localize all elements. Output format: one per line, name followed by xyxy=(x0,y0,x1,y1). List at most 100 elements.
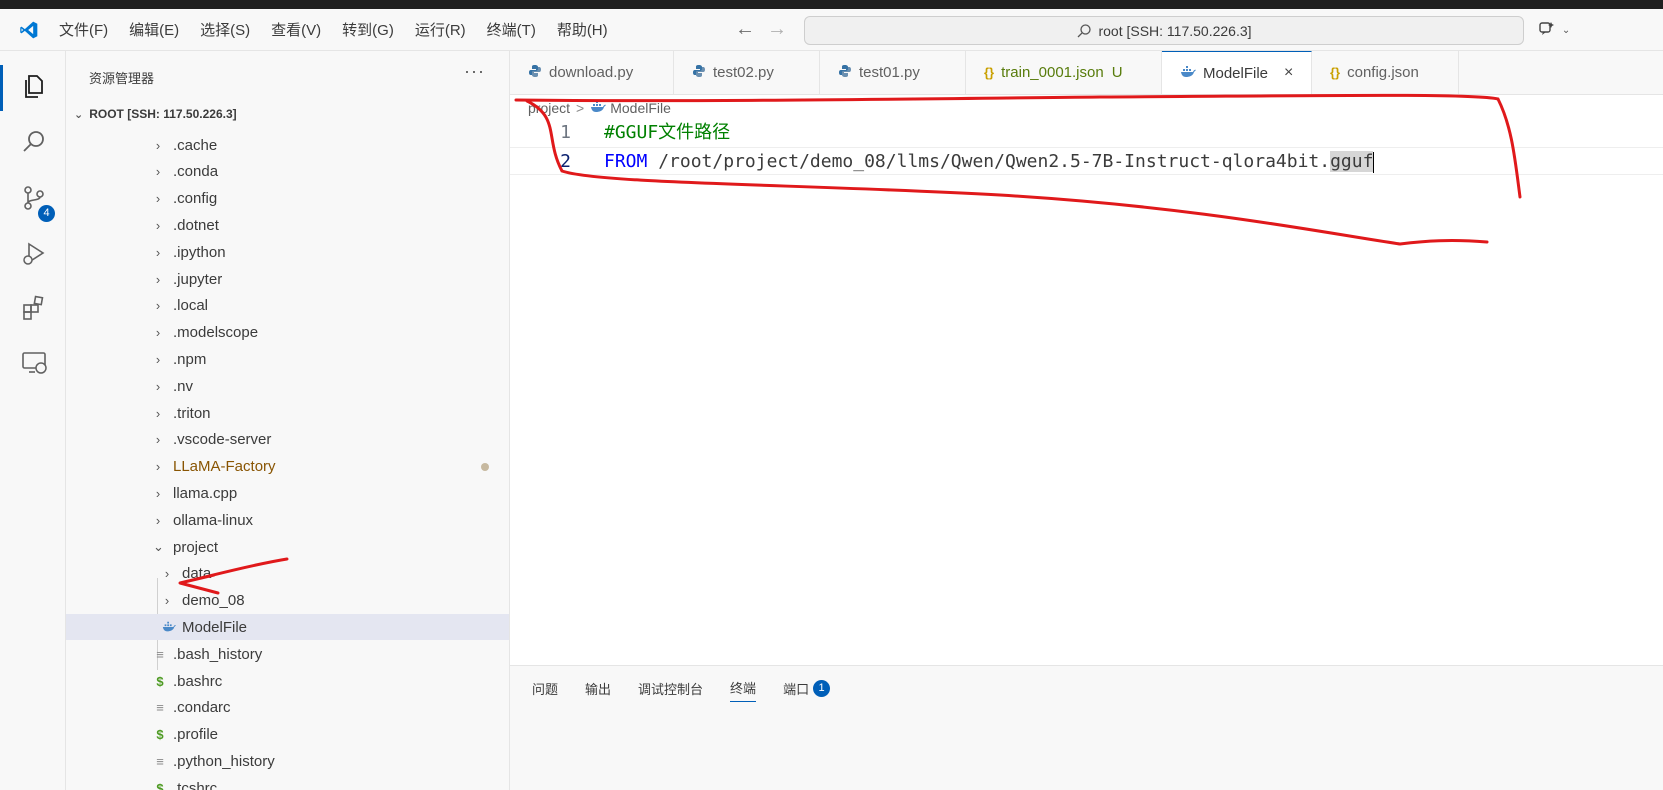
menu-file[interactable]: 文件(F) xyxy=(59,19,108,40)
line-number: 1 xyxy=(560,122,571,143)
tree-item[interactable]: $ .bashrc xyxy=(66,668,509,694)
chevron-right-icon: › xyxy=(155,512,161,528)
chevron-right-icon: › xyxy=(155,405,161,421)
panel-tab-output[interactable]: 输出 xyxy=(585,678,611,702)
tree-item[interactable]: › llama.cpp xyxy=(66,480,509,506)
tree-item-label: .cache xyxy=(173,136,218,154)
menu-view[interactable]: 查看(V) xyxy=(271,19,321,40)
tree-item-label: .ipython xyxy=(173,243,226,261)
panel-tab-ports[interactable]: 端口 1 xyxy=(783,678,831,702)
chevron-right-icon: › xyxy=(155,325,161,341)
tree-item[interactable]: › .vscode-server xyxy=(66,427,509,453)
tree-item[interactable]: › .triton xyxy=(66,400,509,426)
tree-item[interactable]: › .nv xyxy=(66,373,509,399)
git-untracked-status: U xyxy=(1111,64,1123,81)
tree-item-label: .npm xyxy=(173,350,207,368)
tree-item-label: .nv xyxy=(173,377,194,395)
python-icon xyxy=(838,64,852,81)
tree-item[interactable]: › .npm xyxy=(66,346,509,372)
tree-item[interactable]: › .conda xyxy=(66,159,509,185)
tree-item-label: ModelFile xyxy=(182,618,248,636)
tree-item-label: .jupyter xyxy=(173,270,223,288)
tree-item-label: .bashrc xyxy=(173,672,223,690)
tree-item[interactable]: $ .profile xyxy=(66,722,509,748)
editor-tab[interactable]: ModelFile × xyxy=(1162,51,1312,94)
active-indicator xyxy=(0,65,3,111)
remote-explorer-icon[interactable] xyxy=(20,348,48,376)
menu-edit[interactable]: 编辑(E) xyxy=(129,19,179,40)
tree-item[interactable]: $ .tcshrc xyxy=(66,775,509,790)
editor-tab[interactable]: download.py xyxy=(510,51,674,94)
tree-item[interactable]: › .cache xyxy=(66,132,509,158)
docker-icon xyxy=(1180,65,1196,81)
chevron-right-icon: › xyxy=(155,137,161,153)
json-icon: {} xyxy=(984,65,995,80)
tree-item[interactable]: ≡ .condarc xyxy=(66,695,509,721)
tab-label: test01.py xyxy=(859,64,920,81)
source-control-badge: 4 xyxy=(38,205,55,222)
text-file-icon: ≡ xyxy=(156,700,164,716)
panel-tab-terminal[interactable]: 终端 xyxy=(730,678,757,702)
editor-area: download.py test02.py test01.py {} train_000… xyxy=(510,51,1663,790)
menu-selection[interactable]: 选择(S) xyxy=(200,19,250,40)
title-bar: 文件(F) 编辑(E) 选择(S) 查看(V) 转到(G) 运行(R) 终端(T… xyxy=(0,9,1663,51)
tree-item[interactable]: ModelFile xyxy=(66,614,509,641)
breadcrumb-file[interactable]: ModelFile xyxy=(610,100,671,116)
back-arrow-icon[interactable]: ← xyxy=(735,18,755,41)
panel-tabs: 问题 输出 调试控制台 终端 端口 1 xyxy=(532,678,857,702)
menu-help[interactable]: 帮助(H) xyxy=(557,19,608,40)
chevron-right-icon: › xyxy=(155,459,161,475)
menu-terminal[interactable]: 终端(T) xyxy=(487,19,536,40)
editor-tab[interactable]: test01.py xyxy=(820,51,966,94)
chevron-right-icon: › xyxy=(155,298,161,314)
tree-item[interactable]: › .local xyxy=(66,293,509,319)
tree-item[interactable]: › data xyxy=(66,561,509,587)
tree-item[interactable]: › ollama-linux xyxy=(66,507,509,533)
code-comment: #GGUF文件路径 xyxy=(604,122,731,143)
editor-tab[interactable]: {} train_0001.json U xyxy=(966,51,1162,94)
root-folder-header[interactable]: ⌄ ROOT [SSH: 117.50.226.3] xyxy=(74,107,237,121)
text-file-icon: ≡ xyxy=(156,646,164,662)
docker-icon xyxy=(590,100,607,116)
shell-file-icon: $ xyxy=(156,673,164,689)
tree-item[interactable]: › .ipython xyxy=(66,239,509,265)
editor-tab[interactable]: {} config.json xyxy=(1312,51,1459,94)
chevron-right-icon: › xyxy=(155,191,161,207)
line-number: 2 xyxy=(560,151,571,172)
tree-item[interactable]: ≡ .python_history xyxy=(66,748,509,774)
editor-tab[interactable]: test02.py xyxy=(674,51,820,94)
tree-item[interactable]: › LLaMA-Factory xyxy=(66,454,509,480)
explorer-icon[interactable] xyxy=(20,72,48,100)
command-center[interactable]: root [SSH: 117.50.226.3] xyxy=(804,16,1524,45)
tab-label: ModelFile xyxy=(1203,64,1269,82)
tab-label: download.py xyxy=(549,64,634,81)
tree-item[interactable]: › .modelscope xyxy=(66,320,509,346)
tree-item[interactable]: › demo_08 xyxy=(66,588,509,614)
tree-item[interactable]: ≡ .bash_history xyxy=(66,641,509,667)
tree-item-label: project xyxy=(173,538,219,556)
search-icon[interactable] xyxy=(20,128,48,156)
command-center-text: root [SSH: 117.50.226.3] xyxy=(1098,22,1252,39)
panel-tab-problems[interactable]: 问题 xyxy=(532,678,558,702)
menu-run[interactable]: 运行(R) xyxy=(415,19,466,40)
bottom-panel: 问题 输出 调试控制台 终端 端口 1 xyxy=(510,665,1663,790)
chevron-right-icon: › xyxy=(155,378,161,394)
panel-tab-debug-console[interactable]: 调试控制台 xyxy=(638,678,703,702)
more-actions-icon[interactable]: ··· xyxy=(464,61,485,82)
code-text: FROM /root/project/demo_08/llms/Qwen/Qwe… xyxy=(604,148,1375,176)
code-editor[interactable]: 1 #GGUF文件路径 2 FROM /root/project/demo_08… xyxy=(510,119,1663,175)
extensions-icon[interactable] xyxy=(20,294,48,322)
vscode-logo-icon xyxy=(20,21,38,39)
tree-item[interactable]: › .jupyter xyxy=(66,266,509,292)
copilot-icon[interactable]: ⌄ xyxy=(1538,20,1570,37)
tree-item-label: .python_history xyxy=(173,752,275,770)
tree-item[interactable]: › .dotnet xyxy=(66,212,509,238)
breadcrumb-folder[interactable]: project xyxy=(528,100,570,116)
tree-item-label: ollama-linux xyxy=(173,511,254,529)
menu-go[interactable]: 转到(G) xyxy=(342,19,394,40)
tree-item[interactable]: ⌄ project xyxy=(66,534,509,560)
tree-item[interactable]: › .config xyxy=(66,186,509,212)
close-icon[interactable]: × xyxy=(1284,64,1293,82)
forward-arrow-icon[interactable]: → xyxy=(767,18,787,41)
run-debug-icon[interactable] xyxy=(20,239,48,267)
